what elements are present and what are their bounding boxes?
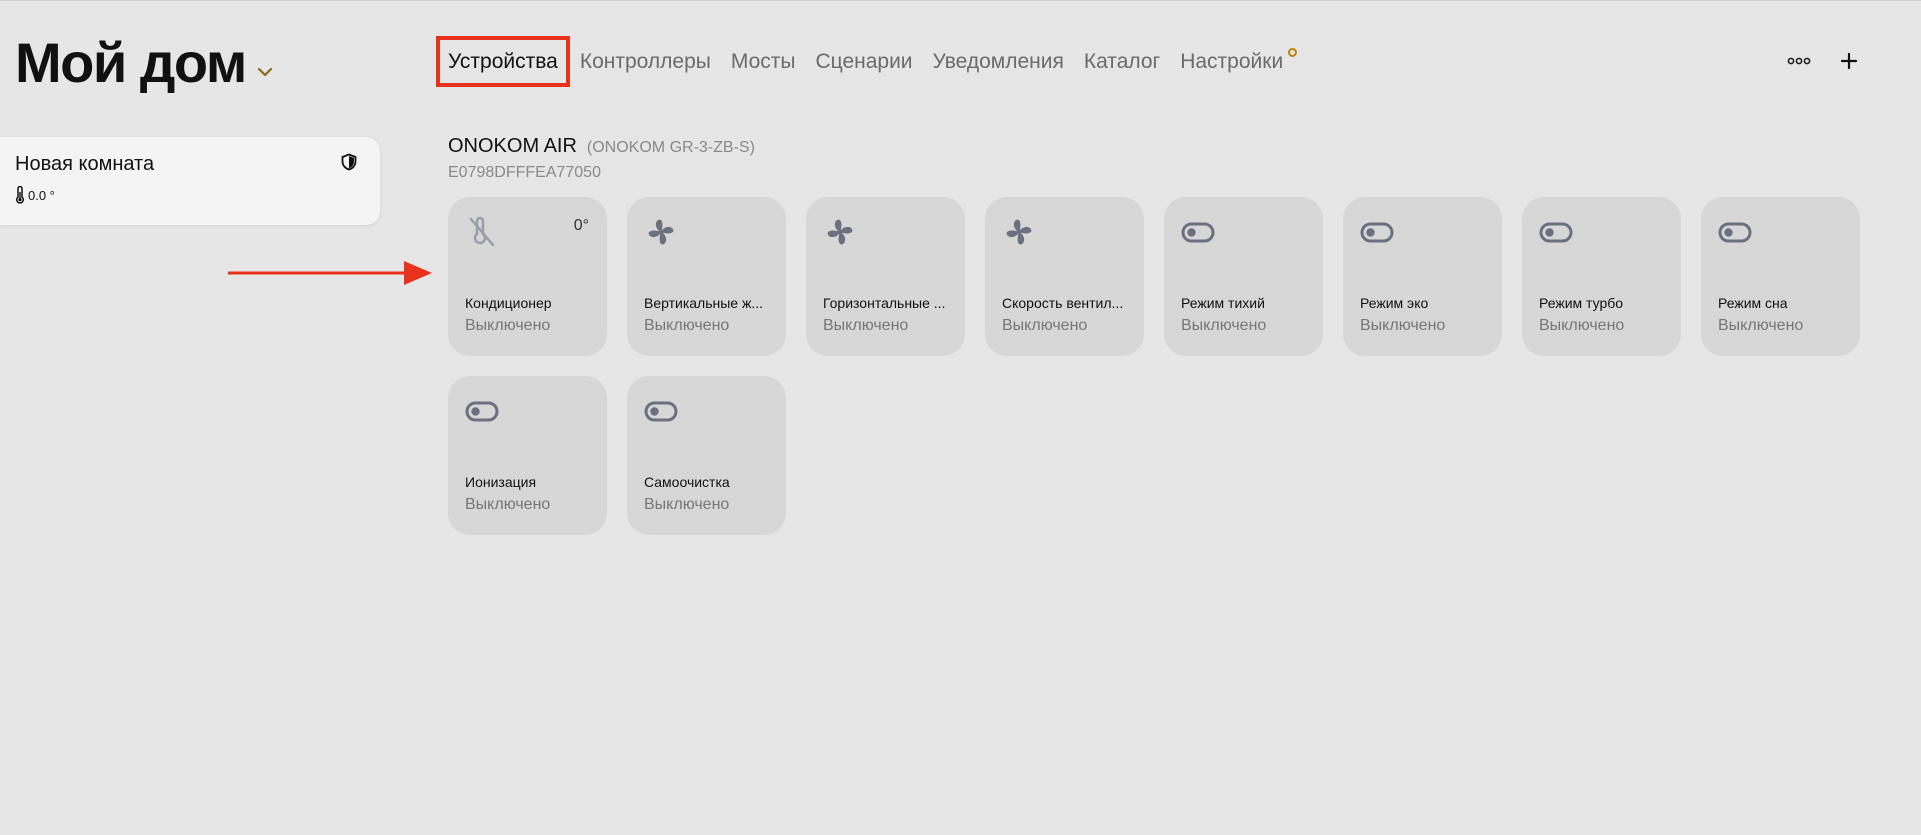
home-title: Мой дом [15, 31, 247, 94]
tile-horizontal-louvers[interactable]: Горизонтальные ... Выключено [806, 197, 965, 356]
ac-off-icon [469, 216, 495, 247]
tile-label: Кондиционер [465, 295, 552, 311]
tile-label: Режим эко [1360, 295, 1429, 311]
tile-eco-mode[interactable]: Режим эко Выключено [1343, 197, 1502, 356]
device-model: (ONOKOM GR-3-ZB-S) [586, 139, 755, 156]
tile-state: Выключено [644, 496, 730, 513]
tile-air-conditioner[interactable]: 0° Кондиционер Выключено [448, 197, 607, 356]
tile-fan-speed[interactable]: Скорость вентил... Выключено [985, 197, 1144, 356]
home-selector[interactable]: Мой дом [15, 31, 274, 95]
device-name: ONOKOM AIR [448, 135, 577, 157]
device-id: E0798DFFFEA77050 [448, 164, 601, 181]
tile-state: Выключено [465, 496, 551, 513]
shield-icon[interactable] [340, 153, 358, 171]
toggle-icon [465, 401, 499, 422]
annotation-arrow [228, 261, 432, 285]
toggle-icon [644, 401, 678, 422]
header-actions [1787, 49, 1861, 73]
tile-state: Выключено [1002, 317, 1088, 334]
tile-self-cleaning[interactable]: Самоочистка Выключено [627, 376, 786, 535]
tab-devices[interactable]: Устройства [436, 36, 570, 87]
tile-state: Выключено [1539, 317, 1625, 334]
tile-label: Ионизация [465, 474, 537, 490]
tile-quiet-mode[interactable]: Режим тихий Выключено [1164, 197, 1323, 356]
tile-vertical-louvers[interactable]: Вертикальные ж... Выключено [627, 197, 786, 356]
chevron-down-icon[interactable] [256, 63, 274, 81]
tile-label: Горизонтальные ... [823, 295, 946, 311]
tile-label: Режим сна [1718, 295, 1788, 311]
tile-state: Выключено [644, 317, 730, 334]
tile-value: 0° [573, 217, 589, 234]
tab-settings[interactable]: Настройки [1170, 36, 1298, 87]
tile-state: Выключено [1181, 317, 1267, 334]
room-card[interactable]: Новая комната 0.0 ° [0, 137, 380, 225]
tile-state: Выключено [465, 317, 551, 334]
device-tiles: 0° Кондиционер Выключено Вертикальные ж.… [448, 197, 1860, 535]
tab-controllers[interactable]: Контроллеры [570, 36, 721, 87]
notification-dot [1288, 48, 1298, 57]
tile-label: Скорость вентил... [1002, 295, 1124, 311]
tile-state: Выключено [1360, 317, 1446, 334]
plus-icon[interactable] [1837, 49, 1861, 73]
main-tabs: Устройства Контроллеры Мосты Сценарии Ув… [436, 36, 1298, 87]
tile-label: Вертикальные ж... [644, 295, 764, 311]
fan-icon [1006, 219, 1032, 245]
tab-notifications[interactable]: Уведомления [923, 36, 1074, 87]
tile-state: Выключено [823, 317, 909, 334]
tab-scenarios[interactable]: Сценарии [805, 36, 922, 87]
thermometer-icon [15, 186, 25, 204]
toggle-icon [1539, 222, 1573, 243]
tile-sleep-mode[interactable]: Режим сна Выключено [1701, 197, 1860, 356]
tile-label: Самоочистка [644, 474, 730, 490]
room-name: Новая комната [15, 153, 155, 175]
tab-bridges[interactable]: Мосты [721, 36, 806, 87]
tile-label: Режим тихий [1181, 295, 1265, 311]
fan-icon [827, 219, 853, 245]
toggle-icon [1718, 222, 1752, 243]
fan-icon [648, 219, 674, 245]
tile-label: Режим турбо [1539, 295, 1624, 311]
tile-state: Выключено [1718, 317, 1804, 334]
tile-turbo-mode[interactable]: Режим турбо Выключено [1522, 197, 1681, 356]
tab-catalog[interactable]: Каталог [1074, 36, 1170, 87]
room-temperature: 0.0 ° [15, 186, 365, 204]
toggle-icon [1181, 222, 1215, 243]
device-header: ONOKOM AIR (ONOKOM GR-3-ZB-S) E0798DFFFEA… [448, 135, 755, 182]
tile-ionization[interactable]: Ионизация Выключено [448, 376, 607, 535]
toggle-icon [1360, 222, 1394, 243]
more-icon[interactable] [1787, 49, 1811, 73]
